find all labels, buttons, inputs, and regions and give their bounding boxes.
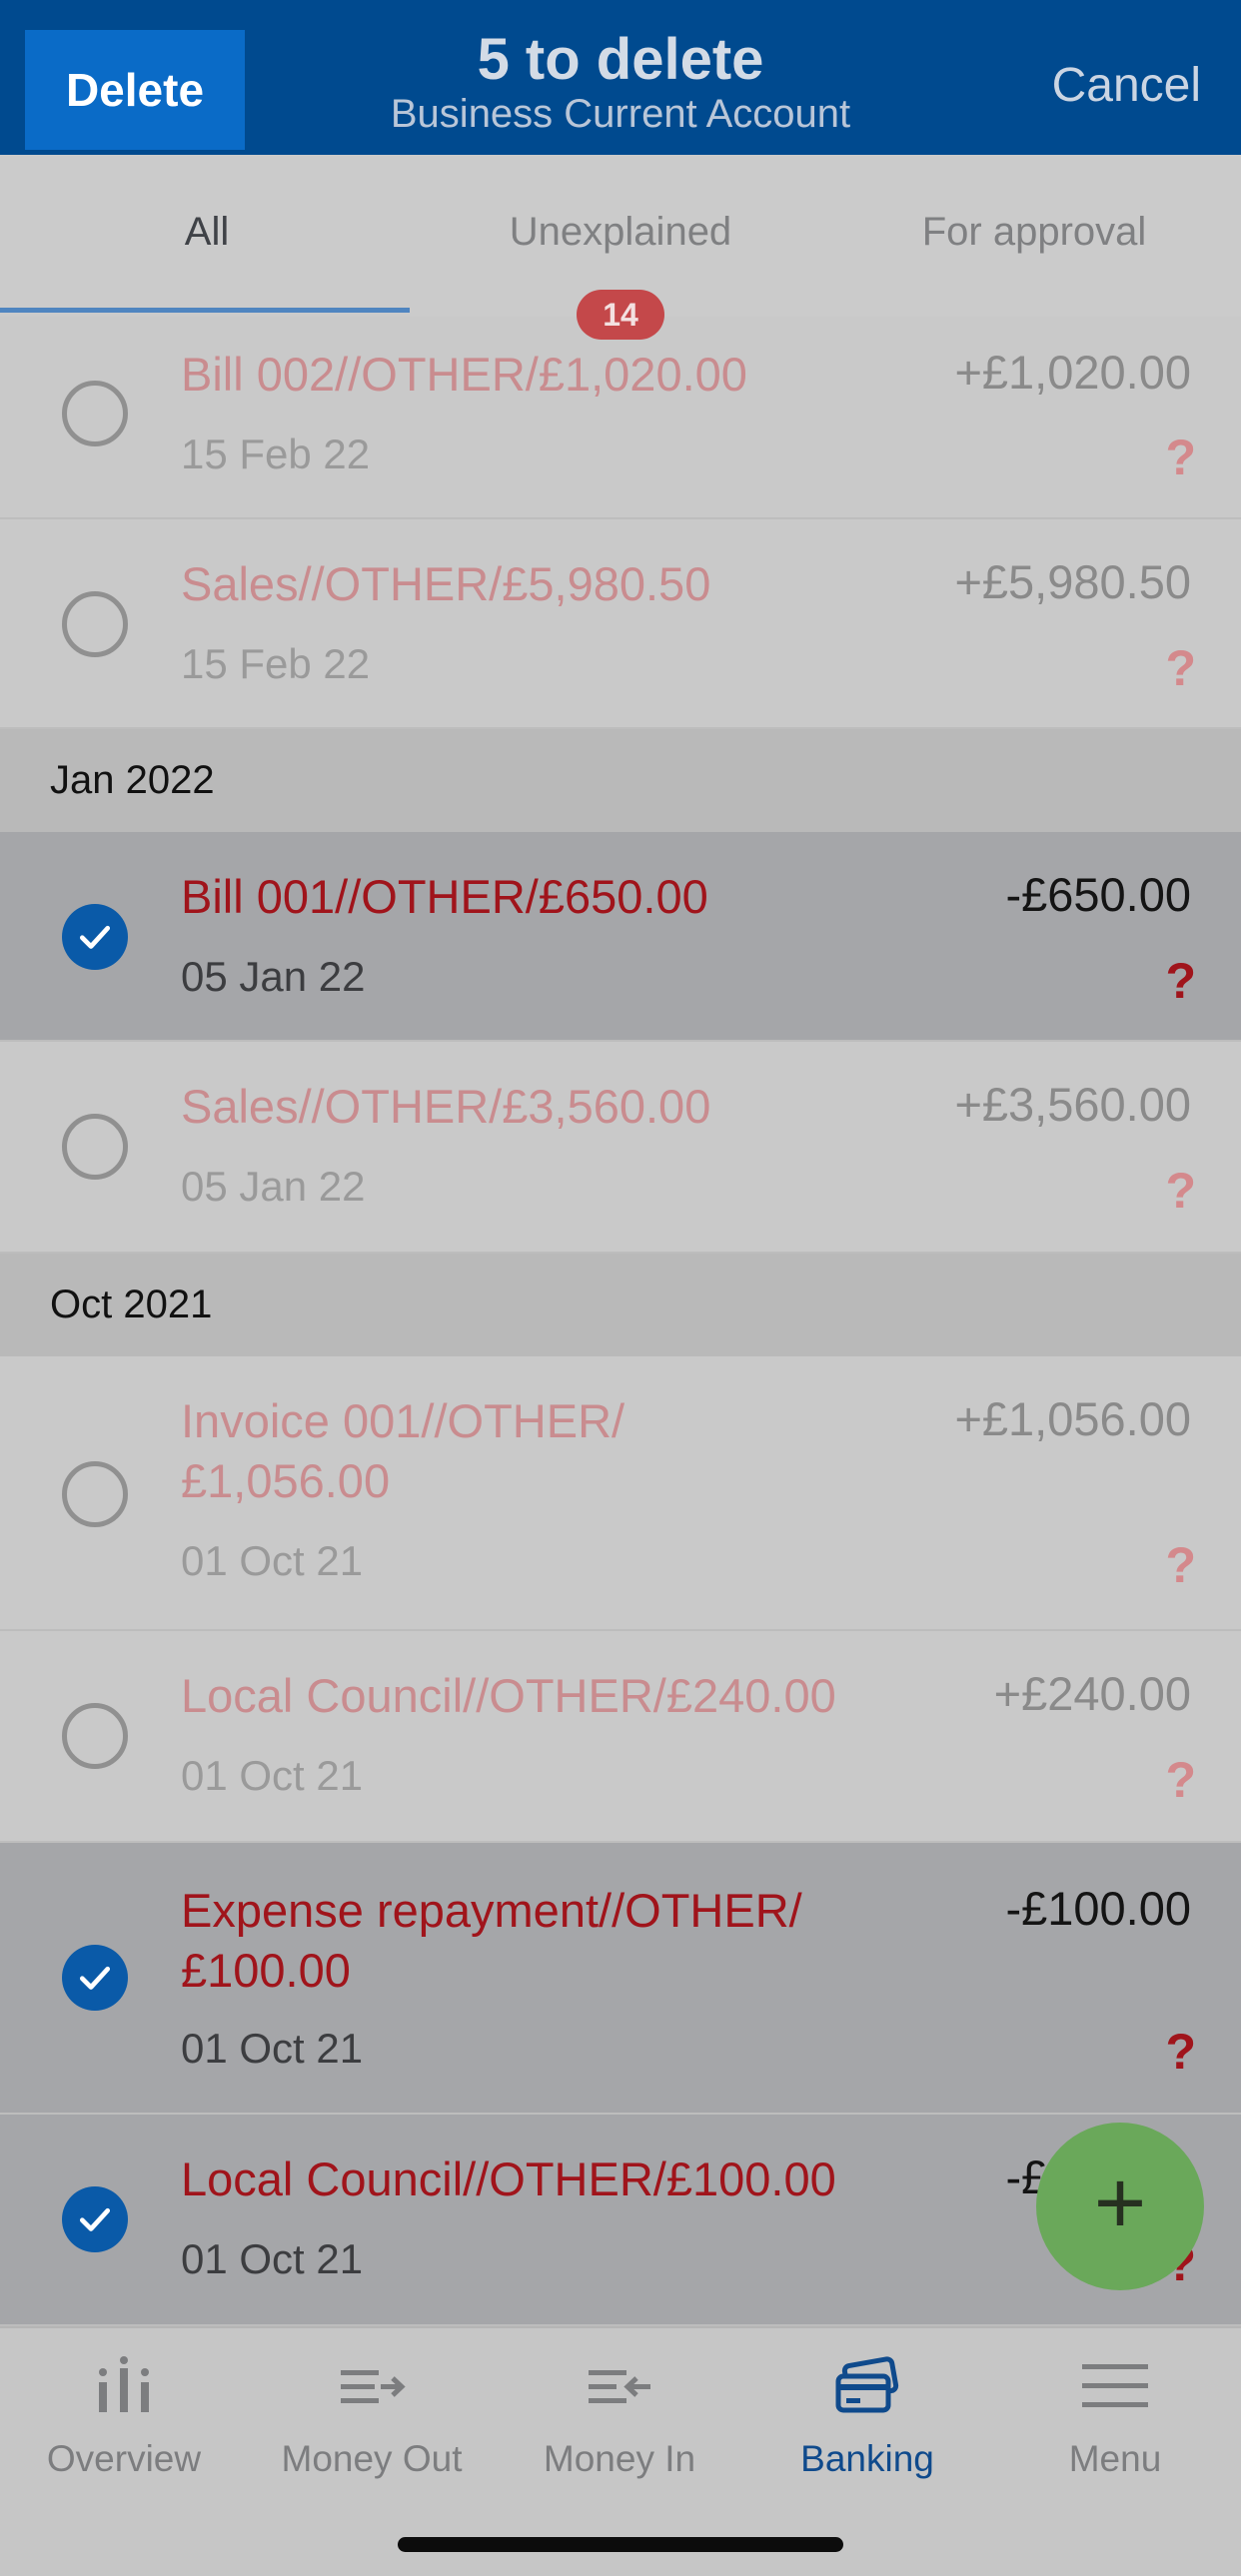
transaction-date: 01 Oct 21: [181, 2235, 364, 2282]
transaction-date: 01 Oct 21: [181, 1752, 364, 1799]
nav-money-in[interactable]: Money In: [496, 2356, 743, 2480]
unexplained-question-icon[interactable]: ?: [1165, 952, 1196, 1010]
transaction-amount: +£1,056.00: [954, 1392, 1191, 1445]
transaction-amount: +£3,560.00: [954, 1078, 1191, 1131]
select-radio[interactable]: [62, 1114, 128, 1180]
transaction-description: Sales//OTHER/£3,560.00: [181, 1080, 711, 1133]
select-radio[interactable]: [62, 1461, 128, 1527]
month-group-header: Oct 2021: [0, 1254, 1241, 1356]
transaction-amount: -£650.00: [1005, 868, 1191, 921]
plus-icon: +: [1093, 2153, 1147, 2253]
transaction-date: 15 Feb 22: [181, 430, 371, 477]
transaction-description: Bill 002//OTHER/£1,020.00: [181, 348, 747, 401]
nav-money-out-label: Money Out: [281, 2438, 463, 2479]
transaction-amount: -£100.00: [1005, 1882, 1191, 1935]
select-radio[interactable]: [62, 591, 128, 657]
transaction-date: 01 Oct 21: [181, 1537, 364, 1584]
nav-overview-label: Overview: [46, 2438, 202, 2479]
select-radio[interactable]: [62, 381, 128, 446]
selected-checkmark-icon[interactable]: [62, 1945, 128, 2011]
nav-banking-label: Banking: [800, 2438, 934, 2479]
tab-unexplained[interactable]: Unexplained: [414, 210, 827, 255]
transaction-row[interactable]: Sales//OTHER/£5,980.50 15 Feb 22 +£5,980…: [0, 519, 1241, 729]
selected-checkmark-icon[interactable]: [62, 2186, 128, 2252]
home-indicator: [398, 2537, 843, 2552]
transaction-date: 05 Jan 22: [181, 1163, 366, 1210]
selected-checkmark-icon[interactable]: [62, 904, 128, 970]
transaction-amount: +£240.00: [993, 1667, 1191, 1720]
unexplained-question-icon[interactable]: ?: [1165, 1162, 1196, 1220]
unexplained-question-icon[interactable]: ?: [1165, 2023, 1196, 2081]
top-bar: Delete 5 to delete Business Current Acco…: [0, 0, 1241, 155]
add-transaction-button[interactable]: +: [1036, 2123, 1204, 2290]
unexplained-question-icon[interactable]: ?: [1165, 1536, 1196, 1594]
transaction-date: 15 Feb 22: [181, 640, 371, 687]
month-group-header: Jan 2022: [0, 729, 1241, 832]
select-radio[interactable]: [62, 1703, 128, 1769]
chart-icon: [99, 2356, 149, 2412]
transaction-list: Bill 002//OTHER/£1,020.00 15 Feb 22 +£1,…: [0, 317, 1241, 2326]
transaction-description: Invoice 001//OTHER/ £1,056.00: [181, 1394, 625, 1507]
cancel-button[interactable]: Cancel: [1052, 58, 1201, 113]
active-tab-indicator: [0, 308, 410, 313]
unexplained-question-icon[interactable]: ?: [1165, 429, 1196, 486]
transaction-row[interactable]: Bill 001//OTHER/£650.00 05 Jan 22 -£650.…: [0, 832, 1241, 1042]
nav-banking[interactable]: Banking: [743, 2356, 991, 2480]
unexplained-question-icon[interactable]: ?: [1165, 639, 1196, 697]
tab-for-approval[interactable]: For approval: [827, 210, 1241, 255]
nav-money-out[interactable]: Money Out: [248, 2356, 496, 2480]
transaction-description: Bill 001//OTHER/£650.00: [181, 870, 708, 923]
transaction-row[interactable]: Local Council//OTHER/£240.00 01 Oct 21 +…: [0, 1631, 1241, 1843]
unexplained-count-badge: 14: [577, 290, 664, 340]
transaction-description: Sales//OTHER/£5,980.50: [181, 557, 711, 610]
nav-money-in-label: Money In: [543, 2438, 696, 2479]
money-in-icon: [589, 2370, 650, 2403]
transaction-description: Expense repayment//OTHER/ £100.00: [181, 1884, 802, 1997]
money-out-icon: [341, 2370, 406, 2403]
unexplained-question-icon[interactable]: ?: [1165, 1751, 1196, 1809]
transaction-description: Local Council//OTHER/£240.00: [181, 1669, 836, 1722]
tab-all[interactable]: All: [0, 210, 414, 255]
transaction-row[interactable]: Invoice 001//OTHER/ £1,056.00 01 Oct 21 …: [0, 1356, 1241, 1631]
transaction-row[interactable]: Bill 002//OTHER/£1,020.00 15 Feb 22 +£1,…: [0, 317, 1241, 519]
transaction-description: Local Council//OTHER/£100.00: [181, 2152, 836, 2205]
transaction-row[interactable]: Expense repayment//OTHER/ £100.00 01 Oct…: [0, 1843, 1241, 2115]
transaction-date: 01 Oct 21: [181, 2025, 364, 2072]
nav-menu-label: Menu: [1068, 2438, 1162, 2479]
transaction-row[interactable]: Sales//OTHER/£3,560.00 05 Jan 22 +£3,560…: [0, 1042, 1241, 1254]
transaction-date: 05 Jan 22: [181, 953, 366, 1000]
hamburger-menu-icon: [1082, 2364, 1148, 2407]
transaction-amount: +£5,980.50: [954, 555, 1191, 608]
transaction-amount: +£1,020.00: [954, 346, 1191, 399]
nav-overview[interactable]: Overview: [0, 2356, 248, 2480]
banking-cards-icon: [835, 2356, 899, 2413]
nav-menu[interactable]: Menu: [991, 2356, 1239, 2480]
